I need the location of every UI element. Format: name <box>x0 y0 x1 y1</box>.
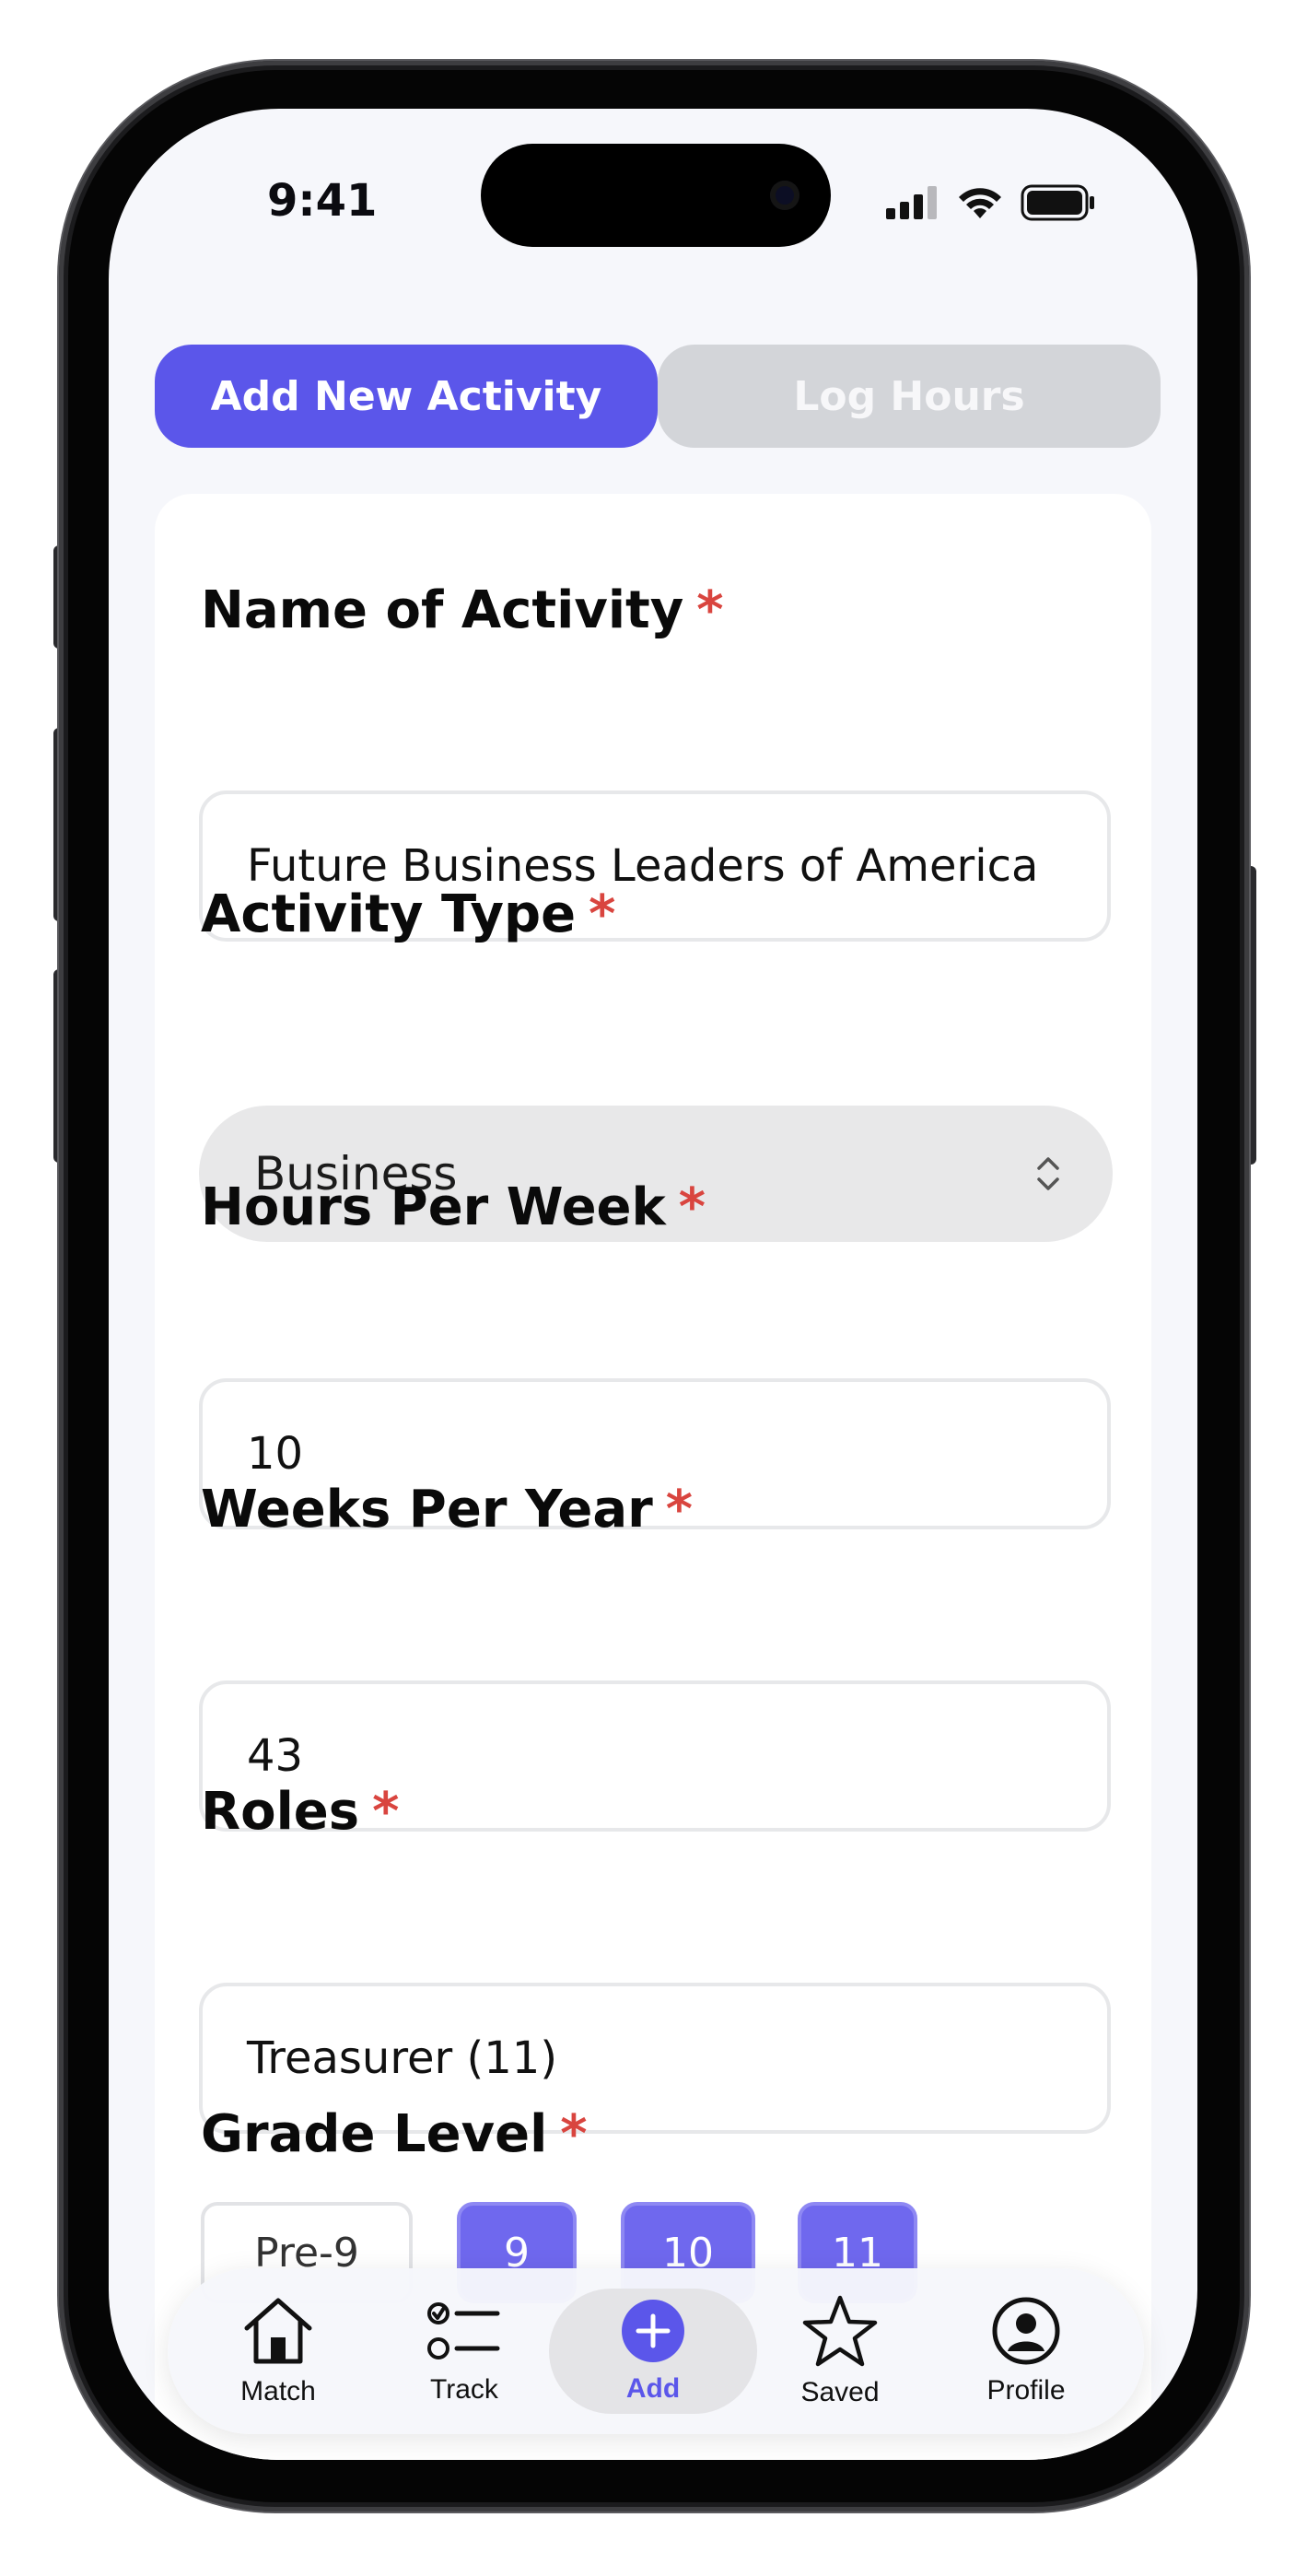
nav-label-add: Add <box>625 2373 681 2404</box>
battery-icon <box>1021 184 1094 221</box>
dynamic-island <box>481 144 831 247</box>
nav-saved[interactable]: Saved <box>748 2268 932 2434</box>
chevron-updown-icon <box>1037 1157 1059 1190</box>
tab-log-hours[interactable]: Log Hours <box>658 345 1161 448</box>
nav-match[interactable]: Match <box>186 2268 370 2434</box>
signal-icon <box>886 186 937 219</box>
roles-label: Roles * <box>201 1782 400 1842</box>
nav-add[interactable]: Add <box>561 2268 745 2434</box>
weeks-label: Weeks Per Year * <box>201 1480 694 1540</box>
name-label: Name of Activity * <box>201 580 724 640</box>
house-icon <box>244 2298 312 2364</box>
checklist-icon <box>427 2302 500 2359</box>
status-time: 9:41 <box>267 175 378 227</box>
nav-label-track: Track <box>430 2374 498 2405</box>
user-circle-icon <box>992 2297 1060 2365</box>
grade-level-label: Grade Level * <box>201 2104 588 2164</box>
wifi-icon <box>959 188 1001 218</box>
star-icon <box>802 2295 878 2367</box>
activity-type-label: Activity Type * <box>201 884 616 944</box>
nav-label-profile: Profile <box>986 2375 1066 2406</box>
tab-add-new-activity[interactable]: Add New Activity <box>155 345 658 448</box>
status-icons <box>886 184 1096 221</box>
phone-screen: 9:41 Add New Activity Log Hours Name of … <box>109 109 1197 2460</box>
camera-icon <box>770 181 799 210</box>
bottom-nav: Match Track Add Saved Profile <box>168 2268 1144 2434</box>
plus-circle-icon <box>622 2300 684 2362</box>
hours-label: Hours Per Week * <box>201 1177 706 1237</box>
nav-label-saved: Saved <box>800 2377 880 2407</box>
segmented-tabs: Add New Activity Log Hours <box>155 345 1161 448</box>
activity-form: Name of Activity * Future Business Leader… <box>155 494 1151 2460</box>
nav-label-match: Match <box>240 2376 316 2406</box>
nav-profile[interactable]: Profile <box>934 2268 1118 2434</box>
nav-track[interactable]: Track <box>372 2268 556 2434</box>
